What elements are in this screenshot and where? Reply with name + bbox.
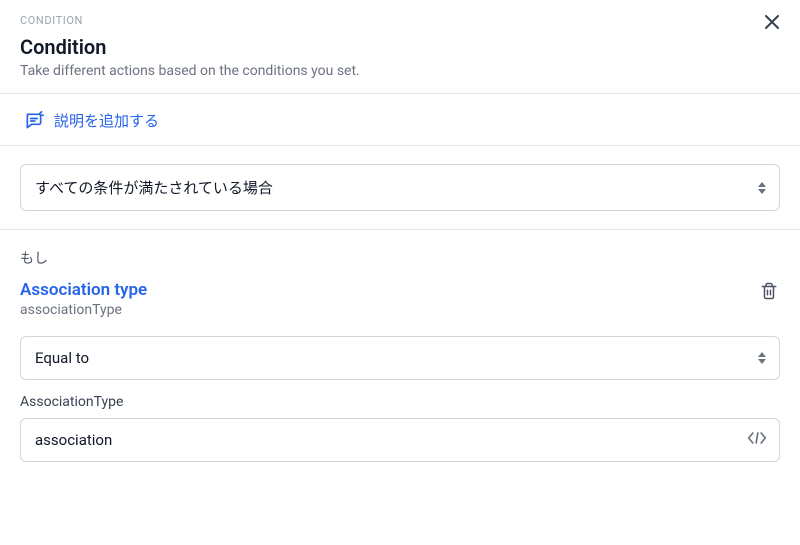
match-mode-value: すべての条件が満たされている場合 [35,179,273,197]
trash-icon [760,282,778,300]
condition-field-name: Association type [20,280,147,300]
close-button[interactable] [762,12,782,32]
delete-condition-button[interactable] [758,280,780,306]
panel-header: CONDITION Condition Take different actio… [0,0,800,94]
add-description-icon [24,111,44,131]
panel-overline: CONDITION [20,14,780,27]
value-label: AssociationType [20,394,780,410]
close-icon [765,15,779,29]
condition-panel: CONDITION Condition Take different actio… [0,0,800,480]
value-text: association [35,431,112,449]
condition-field-info[interactable]: Association type associationType [20,280,147,318]
condition-section: もし Association type associationType Equa… [0,230,800,480]
panel-title: Condition [20,35,780,59]
value-input[interactable]: association [20,418,780,462]
select-caret-icon [757,182,767,194]
condition-field-row: Association type associationType [20,280,780,318]
match-mode-section: すべての条件が満たされている場合 [0,146,800,230]
code-icon [747,431,767,445]
add-description-button[interactable]: 説明を追加する [0,94,800,146]
if-label: もし [20,248,780,268]
add-description-label: 説明を追加する [54,110,159,131]
panel-subtitle: Take different actions based on the cond… [20,63,780,79]
operator-select[interactable]: Equal to [20,336,780,380]
operator-value: Equal to [35,349,89,367]
code-toggle-button[interactable] [747,431,767,449]
condition-field-key: associationType [20,302,147,318]
match-mode-select[interactable]: すべての条件が満たされている場合 [20,164,780,211]
select-caret-icon [757,352,767,364]
